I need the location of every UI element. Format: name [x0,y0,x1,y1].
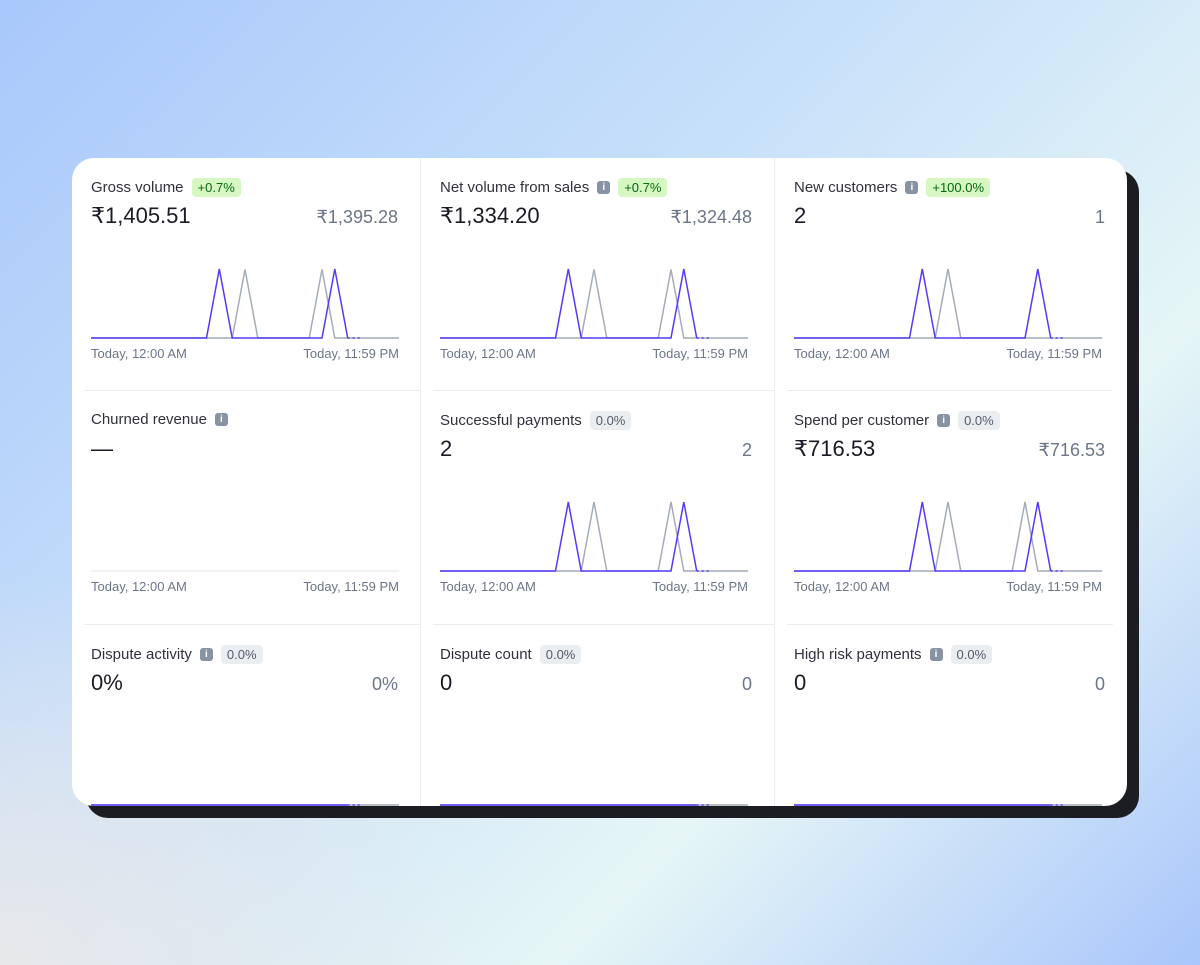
change-badge: 0.0% [220,645,263,664]
comparison-value: ₹716.53 [1038,440,1105,460]
change-badge: 0.0% [950,645,993,664]
previous-period-line [794,268,1102,339]
sparkline-chart [440,268,748,339]
metric-value: 0% [91,670,123,695]
x-axis: Today, 12:00 AM Today, 11:59 PM [440,579,748,594]
metric-title: Dispute activity [91,646,192,663]
metric-title: Churned revenue [91,411,207,428]
x-axis: Today, 12:00 AM Today, 11:59 PM [794,346,1102,361]
metric-header: Churned revenue i [91,411,228,428]
metric-value: 2 [794,203,807,228]
metric-title: Dispute count [440,646,532,663]
sparkline-chart [91,268,399,339]
info-icon[interactable]: i [199,648,213,661]
axis-start-label: Today, 12:00 AM [440,346,536,361]
metric-header: Spend per customer i 0.0% [794,411,1000,430]
sparkline-chart [440,804,748,806]
metric-header: Net volume from sales i +0.7% [440,178,668,197]
metric-value: 0 [440,670,453,695]
axis-end-label: Today, 11:59 PM [303,579,399,594]
metric-header: New customers i +100.0% [794,178,991,197]
metric-header: Gross volume +0.7% [91,178,241,197]
change-badge: 0.0% [539,645,582,664]
axis-end-label: Today, 11:59 PM [652,346,748,361]
metric-dispute-count[interactable]: Dispute count 0.0% 0 0 [421,625,775,806]
change-badge: +100.0% [926,178,991,197]
metric-dispute-activity[interactable]: Dispute activity i 0.0% 0% 0% [72,625,421,806]
metric-title: Gross volume [91,179,184,196]
axis-start-label: Today, 12:00 AM [794,346,890,361]
metric-spend-per-customer[interactable]: Spend per customer i 0.0% ₹716.53 ₹716.53 T… [775,391,1127,625]
metric-value: ₹1,334.20 [440,203,540,228]
metric-gross-volume[interactable]: Gross volume +0.7% ₹1,405.51 ₹1,395.28 Tod… [72,158,421,391]
sparkline-chart [794,268,1102,339]
metric-value: — [91,436,113,461]
change-badge: 0.0% [958,411,1000,430]
comparison-value: 2 [741,440,752,460]
metrics-overview-card: Gross volume +0.7% ₹1,405.51 ₹1,395.28 Tod… [72,158,1127,806]
metric-churned-revenue[interactable]: Churned revenue i — Today, 12:00 AM Today… [72,391,421,625]
metric-header: High risk payments i 0.0% [794,645,993,664]
metric-title: Spend per customer [794,412,930,429]
sparkline-chart [91,570,399,572]
axis-start-label: Today, 12:00 AM [91,346,187,361]
comparison-value: 1 [1094,207,1105,227]
metric-title: Net volume from sales [440,179,590,196]
metric-header: Dispute activity i 0.0% [91,645,263,664]
info-icon[interactable]: i [905,181,919,194]
previous-period-line [91,269,399,339]
sparkline-chart [440,501,748,572]
axis-end-label: Today, 11:59 PM [1006,579,1102,594]
current-period-line [91,268,349,339]
current-period-line [794,268,1052,339]
current-period-line [440,501,698,572]
metric-value: 0 [794,670,807,695]
metric-value: ₹1,405.51 [91,203,191,228]
info-icon[interactable]: i [937,414,951,427]
x-axis: Today, 12:00 AM Today, 11:59 PM [794,579,1102,594]
metric-net-volume-from-sales[interactable]: Net volume from sales i +0.7% ₹1,334.20 ₹1,… [421,158,775,391]
metric-value: ₹716.53 [794,436,876,461]
previous-period-line [440,269,748,339]
metric-new-customers[interactable]: New customers i +100.0% 2 1 Today, 12:00 AM… [775,158,1127,391]
axis-end-label: Today, 11:59 PM [652,579,748,594]
change-badge: 0.0% [589,411,632,430]
comparison-value: 0 [741,674,752,694]
current-period-line [440,268,698,339]
previous-period-line [794,501,1102,572]
info-icon[interactable]: i [597,181,611,194]
info-icon[interactable]: i [214,413,228,426]
axis-start-label: Today, 12:00 AM [440,579,536,594]
metric-title: High risk payments [794,646,922,663]
x-axis: Today, 12:00 AM Today, 11:59 PM [440,346,748,361]
x-axis: Today, 12:00 AM Today, 11:59 PM [91,579,399,594]
previous-period-line [440,501,748,572]
comparison-value: ₹1,324.48 [670,207,752,227]
current-period-line [794,501,1052,572]
change-badge: +0.7% [618,178,668,197]
metric-header: Successful payments 0.0% [440,411,632,430]
metric-high-risk-payments[interactable]: High risk payments i 0.0% 0 0 [775,625,1127,806]
sparkline-chart [794,804,1102,806]
axis-end-label: Today, 11:59 PM [303,346,399,361]
metric-title: New customers [794,179,898,196]
axis-end-label: Today, 11:59 PM [1006,346,1102,361]
metric-title: Successful payments [440,412,582,429]
axis-start-label: Today, 12:00 AM [794,579,890,594]
change-badge: +0.7% [191,178,241,197]
sparkline-chart [794,501,1102,572]
x-axis: Today, 12:00 AM Today, 11:59 PM [91,346,399,361]
axis-start-label: Today, 12:00 AM [91,579,187,594]
comparison-value: 0 [1094,674,1105,694]
comparison-value: 0% [371,674,398,694]
comparison-value: ₹1,395.28 [316,207,398,227]
metric-value: 2 [440,436,453,461]
metric-header: Dispute count 0.0% [440,645,582,664]
metric-successful-payments[interactable]: Successful payments 0.0% 2 2 Today, 12:00 … [421,391,775,625]
info-icon[interactable]: i [929,648,943,661]
sparkline-chart [91,804,399,806]
